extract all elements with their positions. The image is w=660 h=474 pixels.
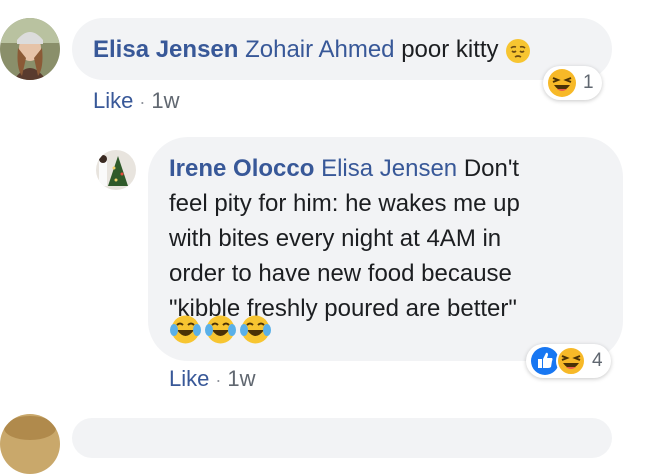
- timestamp[interactable]: 1w: [227, 366, 255, 391]
- reply-body: Irene Olocco Elisa Jensen Don't feel pit…: [169, 151, 609, 326]
- comment-actions: Like · 1w: [93, 88, 179, 114]
- tears-of-joy-emoji-icon: [205, 315, 236, 344]
- mention-tag[interactable]: Elisa Jensen: [321, 155, 457, 182]
- like-button[interactable]: Like: [169, 366, 209, 391]
- comment-text-line: feel pity for him: he wakes me up: [169, 190, 520, 217]
- avatar-next-commenter[interactable]: [0, 414, 60, 474]
- reply-actions: Like · 1w: [169, 366, 255, 392]
- separator-dot: ·: [215, 370, 222, 390]
- comment-text-line: order to have new food because: [169, 260, 512, 287]
- tears-of-joy-emoji-icon: [240, 315, 271, 344]
- comment-body: Elisa Jensen Zohair Ahmed poor kitty: [93, 32, 531, 67]
- tears-of-joy-emoji-icon: [170, 315, 201, 344]
- avatar-photo: [96, 150, 136, 190]
- separator-dot: ·: [139, 92, 146, 112]
- reaction-summary[interactable]: 1: [543, 66, 602, 100]
- avatar-irene-olocco[interactable]: [96, 150, 136, 190]
- reaction-count: 1: [583, 72, 594, 93]
- comment-text-line: Don't: [463, 155, 520, 182]
- avatar-elisa-jensen[interactable]: [0, 18, 60, 80]
- comment-author[interactable]: Irene Olocco: [169, 155, 314, 182]
- laughing-react-icon: [548, 69, 576, 97]
- avatar-photo: [0, 18, 60, 80]
- like-button[interactable]: Like: [93, 88, 133, 113]
- timestamp[interactable]: 1w: [151, 88, 179, 113]
- avatar-photo: [0, 414, 60, 474]
- reaction-count: 4: [592, 350, 603, 371]
- tears-of-joy-emoji-row: [169, 313, 272, 346]
- mention-tag[interactable]: Zohair Ahmed: [245, 36, 394, 63]
- comment-text-line: with bites every night at 4AM in: [169, 225, 502, 252]
- comment-author[interactable]: Elisa Jensen: [93, 36, 238, 63]
- laughing-react-icon: [556, 346, 586, 376]
- comment-text: poor kitty: [401, 36, 499, 63]
- comment-bubble: [72, 418, 612, 458]
- pensive-face-emoji-icon: [506, 38, 531, 63]
- reaction-summary[interactable]: 4: [526, 344, 611, 378]
